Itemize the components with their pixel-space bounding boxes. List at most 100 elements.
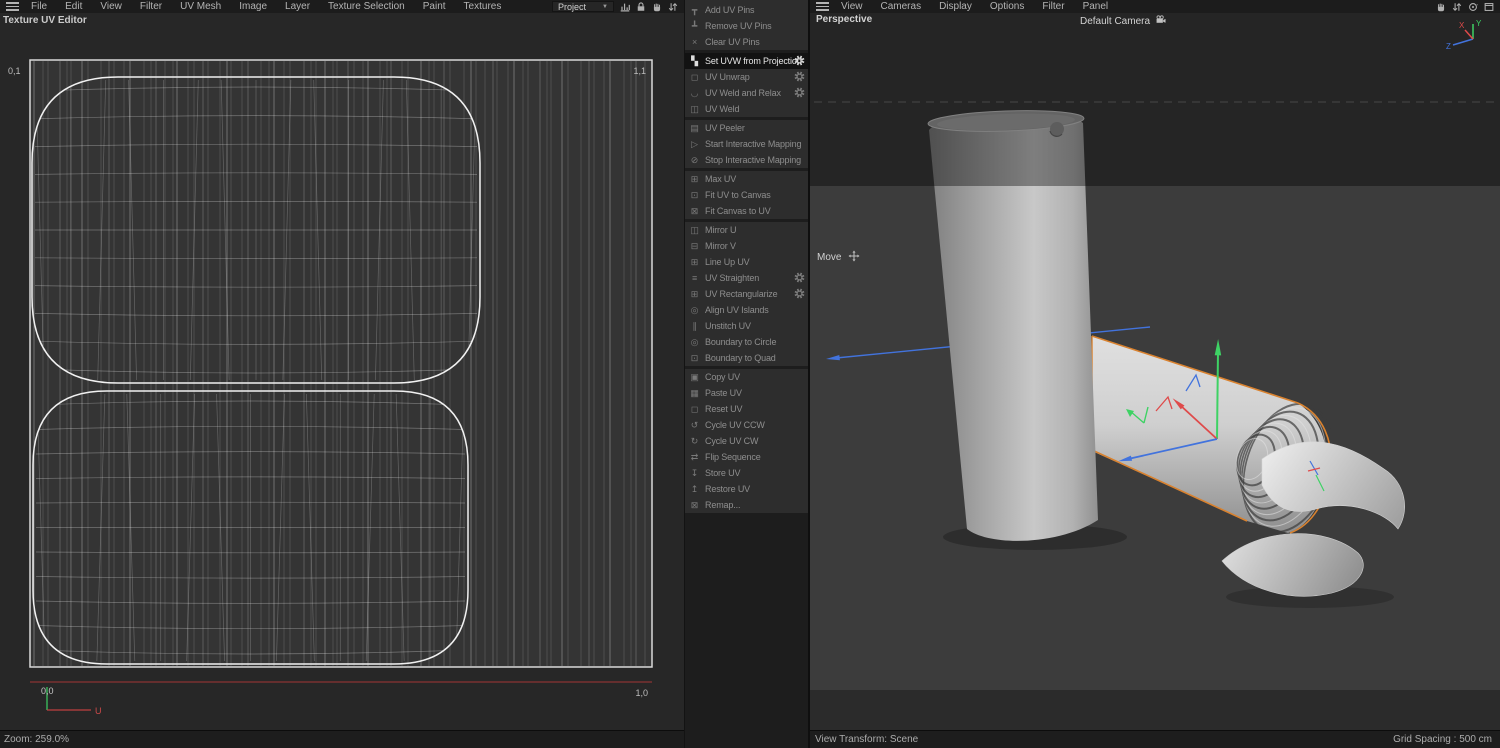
panel-item-uv-rectangularize[interactable]: ⊞UV Rectangularize [685, 286, 808, 302]
panel-item-set-uvw-from-projection[interactable]: ▚Set UVW from Projection [685, 53, 808, 69]
panel-item-copy-uv[interactable]: ▣Copy UV [685, 369, 808, 385]
viewport-view-label[interactable]: Perspective [816, 14, 872, 25]
panel-item-label: Fit UV to Canvas [705, 190, 771, 200]
uv-menu-view[interactable]: View [91, 1, 131, 12]
stop-icon: ⊘ [688, 155, 701, 166]
panel-item-cycle-uv-ccw[interactable]: ↺Cycle UV CCW [685, 417, 808, 433]
panel-item-label: Stop Interactive Mapping [705, 155, 801, 165]
panel-item-uv-unwrap[interactable]: ◻ UV Unwrap [685, 69, 808, 85]
panel-item-flip-sequence[interactable]: ⇄Flip Sequence [685, 449, 808, 465]
vp-menu-view[interactable]: View [832, 1, 872, 12]
panel-item-cycle-uv-cw[interactable]: ↻Cycle UV CW [685, 433, 808, 449]
active-tool-label: Move [817, 250, 860, 265]
camera-icon [1154, 14, 1167, 25]
uv-canvas[interactable]: 0,11,11,00,0U [0, 30, 684, 730]
lock-icon[interactable] [635, 1, 647, 13]
orbit-icon[interactable] [1467, 1, 1479, 13]
uv-menu-paint[interactable]: Paint [414, 1, 455, 12]
uv-menu-edit[interactable]: Edit [56, 1, 91, 12]
vp-menu-filter[interactable]: Filter [1033, 1, 1073, 12]
mirror-u-icon: ◫ [688, 225, 701, 236]
panel-item-uv-peeler[interactable]: ▤UV Peeler [685, 120, 808, 136]
vp-menu-display[interactable]: Display [930, 1, 981, 12]
panel-item-fit-canvas-to-uv[interactable]: ⊠Fit Canvas to UV [685, 203, 808, 219]
panel-item-boundary-to-quad[interactable]: ⊡Boundary to Quad [685, 350, 808, 366]
panel-item-label: Cycle UV CCW [705, 420, 765, 430]
panel-item-label: UV Unwrap [705, 72, 750, 82]
panel-item-label: Mirror U [705, 225, 736, 235]
panel-item-reset-uv[interactable]: ◻Reset UV [685, 401, 808, 417]
gear-icon[interactable] [794, 288, 805, 299]
clear-pins-icon: × [688, 37, 701, 47]
histogram-icon[interactable] [619, 1, 631, 13]
panel-item-clear-uv-pins[interactable]: ×Clear UV Pins [685, 34, 808, 50]
weld-icon: ◫ [688, 104, 701, 115]
viewport-canvas[interactable]: YZX [810, 13, 1500, 730]
panel-item-remove-uv-pins[interactable]: ┻Remove UV Pins [685, 18, 808, 34]
panel-item-mirror-u[interactable]: ◫ Mirror U [685, 222, 808, 238]
store-icon: ↧ [688, 468, 701, 479]
panel-item-store-uv[interactable]: ↧Store UV [685, 465, 808, 481]
panel-item-remap[interactable]: ⊠Remap... [685, 497, 808, 513]
panel-item-unstitch-uv[interactable]: ∥Unstitch UV [685, 318, 808, 334]
panel-item-stop-interactive-mapping[interactable]: ⊘ Stop Interactive Mapping [685, 152, 808, 168]
panel-title: Texture UV Editor [3, 15, 87, 26]
panel-item-restore-uv[interactable]: ↥Restore UV [685, 481, 808, 497]
hand-icon[interactable] [1435, 1, 1447, 13]
straighten-icon: ≡ [688, 273, 701, 283]
svg-text:0,0: 0,0 [41, 686, 54, 696]
gear-icon[interactable] [794, 272, 805, 283]
svg-text:Y: Y [1476, 19, 1482, 28]
viewport-menubar: ViewCamerasDisplayOptionsFilterPanel [810, 0, 1500, 13]
histogram-icon [619, 1, 631, 13]
uv-menu-file[interactable]: File [22, 1, 56, 12]
panel-item-line-up-uv[interactable]: ⊞Line Up UV [685, 254, 808, 270]
unwrap-icon: ◻ [688, 72, 701, 83]
panel-item-label: Line Up UV [705, 257, 750, 267]
panel-item-mirror-v[interactable]: ⊟Mirror V [685, 238, 808, 254]
remap-icon: ⊠ [688, 500, 701, 511]
vp-menu-cameras[interactable]: Cameras [872, 1, 931, 12]
uv-menu-layer[interactable]: Layer [276, 1, 319, 12]
vp-menu-panel[interactable]: Panel [1074, 1, 1118, 12]
window-icon[interactable] [1483, 1, 1495, 13]
panel-item-paste-uv[interactable]: ▦Paste UV [685, 385, 808, 401]
swap-vertical-icon[interactable] [667, 1, 679, 13]
viewport-toolbar [1435, 1, 1495, 13]
uv-menu-image[interactable]: Image [230, 1, 276, 12]
panel-item-add-uv-pins[interactable]: ┳Add UV Pins [685, 2, 808, 18]
panel-item-start-interactive-mapping[interactable]: ▷Start Interactive Mapping [685, 136, 808, 152]
chevron-down-icon: ▼ [602, 4, 608, 10]
panel-item-boundary-to-circle[interactable]: ◎Boundary to Circle [685, 334, 808, 350]
panel-item-uv-weld-and-relax[interactable]: ◡UV Weld and Relax [685, 85, 808, 101]
uv-menu-texture-selection[interactable]: Texture Selection [319, 1, 414, 12]
camera-label[interactable]: Default Camera [1080, 14, 1167, 28]
fit-uv-to-canvas-icon: ⊡ [688, 190, 701, 201]
gear-icon[interactable] [794, 71, 805, 82]
perspective-viewport[interactable]: YZX Perspective Default Camera Move [810, 0, 1500, 748]
panel-item-align-uv-islands[interactable]: ◎Align UV Islands [685, 302, 808, 318]
uv-editor-statusbar: Zoom: 259.0% [0, 730, 684, 748]
panel-item-uv-weld[interactable]: ◫UV Weld [685, 101, 808, 117]
panel-item-fit-uv-to-canvas[interactable]: ⊡ Fit UV to Canvas [685, 187, 808, 203]
align-islands-icon: ◎ [688, 305, 701, 316]
gear-icon[interactable] [794, 87, 805, 98]
project-dropdown[interactable]: Project ▼ [552, 1, 614, 12]
gear-icon[interactable] [794, 55, 805, 66]
hand-icon[interactable] [651, 1, 663, 13]
hamburger-icon[interactable] [6, 2, 19, 11]
uv-menu-uv-mesh[interactable]: UV Mesh [171, 1, 230, 12]
hamburger-icon[interactable] [816, 2, 829, 11]
uv-menu-filter[interactable]: Filter [131, 1, 171, 12]
swap-vertical-icon[interactable] [1451, 1, 1463, 13]
vp-menu-options[interactable]: Options [981, 1, 1033, 12]
max-uv-icon: ⊞ [688, 174, 701, 185]
panel-item-uv-straighten[interactable]: ≡UV Straighten [685, 270, 808, 286]
svg-text:0,1: 0,1 [8, 66, 21, 76]
panel-item-max-uv[interactable]: ⊞Max UV [685, 171, 808, 187]
svg-text:X: X [1459, 21, 1465, 30]
uv-editor-menubar: FileEditViewFilterUV MeshImageLayerTextu… [0, 0, 684, 13]
uv-menu-textures[interactable]: Textures [455, 1, 511, 12]
app-window: FileEditViewFilterUV MeshImageLayerTextu… [0, 0, 1500, 748]
flip-sequence-icon: ⇄ [688, 452, 701, 463]
